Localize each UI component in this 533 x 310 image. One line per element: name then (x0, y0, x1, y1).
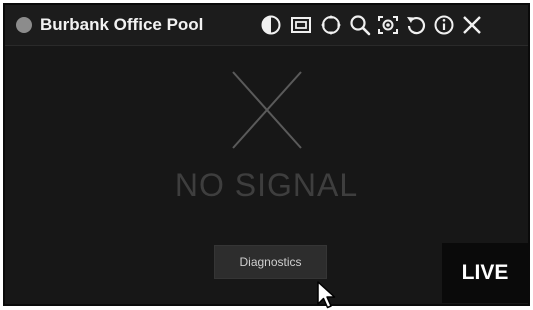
ptz-icon[interactable] (320, 14, 342, 36)
no-signal-message: NO SIGNAL (174, 167, 359, 203)
live-badge[interactable]: LIVE (442, 243, 528, 303)
mouse-cursor-icon (317, 281, 336, 309)
picture-in-picture-icon[interactable] (290, 14, 312, 36)
info-icon[interactable] (433, 14, 455, 36)
camera-name: Burbank Office Pool (40, 15, 204, 34)
contrast-icon[interactable] (260, 14, 282, 36)
no-signal-icon (232, 71, 302, 149)
close-icon[interactable] (461, 14, 483, 36)
camera-status-indicator (16, 17, 32, 33)
video-area: NO SIGNAL Diagnostics LIVE (5, 46, 528, 309)
refresh-icon[interactable] (405, 14, 427, 36)
diagnostics-button[interactable]: Diagnostics (214, 245, 327, 279)
camera-title-bar: Burbank Office Pool (5, 5, 528, 46)
camera-tile: Burbank Office Pool NO SIGNAL Diagnostic… (3, 3, 530, 309)
snapshot-icon[interactable] (377, 14, 399, 36)
search-icon[interactable] (349, 14, 371, 36)
